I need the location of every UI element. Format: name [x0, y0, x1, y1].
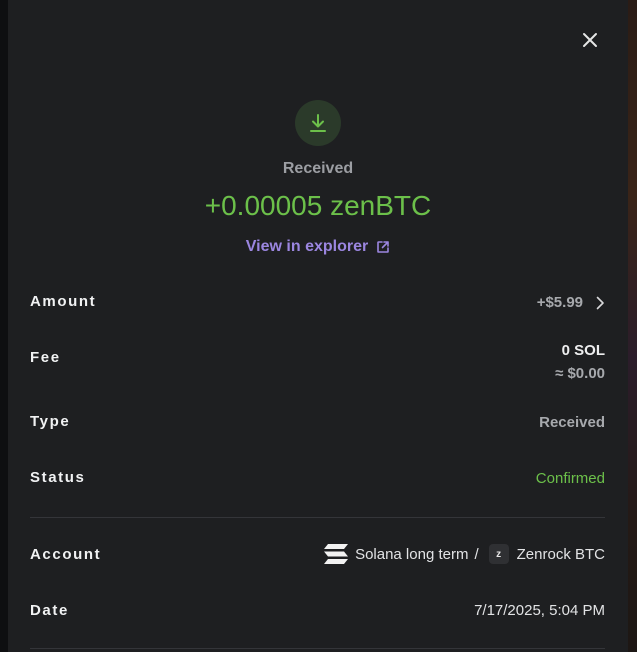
explorer-link-label: View in explorer [245, 238, 369, 255]
date-value: 7/17/2025, 5:04 PM [474, 602, 605, 619]
download-arrow-icon [310, 114, 326, 132]
transaction-amount: +0.00005 zenBTC [204, 190, 432, 221]
transaction-type-title: Received [282, 160, 354, 177]
fee-label: Fee [30, 349, 61, 366]
received-icon-circle [295, 100, 341, 146]
account-token-name: Zenrock BTC [516, 545, 605, 563]
amount-usd-value: +$5.99 [536, 294, 583, 311]
bottom-divider [30, 648, 605, 649]
view-in-explorer-link[interactable]: View in explorer [8, 238, 628, 256]
fee-value: 0 SOL [561, 342, 605, 359]
external-link-icon [377, 241, 390, 253]
solana-logo-icon [324, 544, 349, 564]
date-label: Date [30, 602, 69, 619]
amount-value-button[interactable]: +$5.99 [537, 294, 605, 311]
type-value: Received [539, 414, 605, 431]
backdrop-left-edge [0, 0, 8, 652]
account-separator: / [474, 545, 479, 563]
section-divider [30, 517, 605, 518]
status-label: Status [30, 469, 86, 486]
account-label: Account [30, 546, 102, 563]
close-icon [583, 33, 597, 47]
fee-usd-value: ≈ $0.00 [555, 365, 605, 382]
close-button[interactable] [578, 28, 602, 52]
account-value: Solana long term / z Zenrock BTC [323, 543, 605, 565]
zenrock-icon: z [488, 544, 509, 564]
amount-label: Amount [30, 293, 97, 310]
backdrop-right-edge [628, 0, 637, 652]
account-wallet-name: Solana long term [355, 545, 469, 563]
chevron-right-icon [596, 296, 604, 309]
type-label: Type [30, 413, 71, 430]
transaction-detail-panel: Received +0.00005 zenBTC View in explore… [8, 0, 628, 652]
status-value: Confirmed [535, 470, 605, 487]
